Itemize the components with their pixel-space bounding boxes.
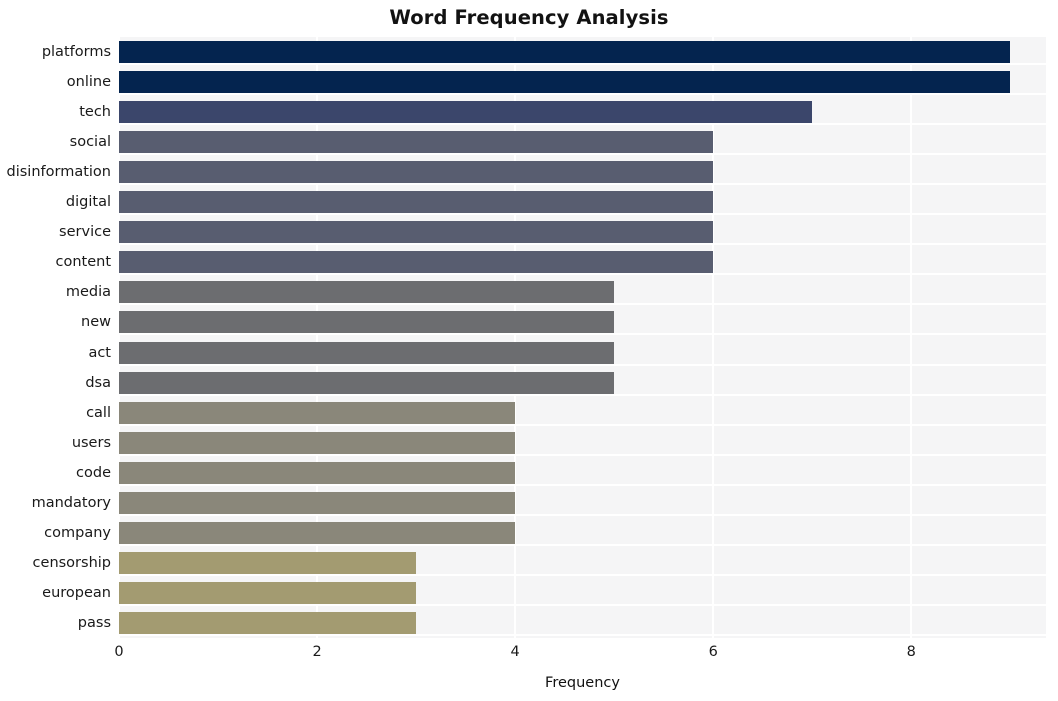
y-tick-label-mandatory: mandatory	[31, 494, 111, 511]
y-axis-tick-labels: platforms online tech social disinformation d…	[0, 37, 111, 638]
row-separator	[119, 153, 1046, 156]
y-tick-label-pass: pass	[77, 614, 111, 631]
bar-company[interactable]	[119, 521, 516, 544]
y-tick-label-dsa: dsa	[85, 374, 111, 391]
bar-row[interactable]	[119, 221, 1046, 244]
y-tick-label-new: new	[81, 314, 111, 331]
bar-media[interactable]	[119, 281, 615, 304]
x-tick-label-6: 6	[708, 644, 718, 660]
bar-social[interactable]	[119, 131, 714, 154]
y-tick-label-disinformation: disinformation	[6, 164, 111, 181]
bar-users[interactable]	[119, 431, 516, 454]
y-tick-label-users: users	[71, 434, 111, 451]
row-separator	[119, 93, 1046, 96]
row-separator	[119, 363, 1046, 366]
bar-row[interactable]	[119, 71, 1046, 94]
bar-service[interactable]	[119, 221, 714, 244]
bar-act[interactable]	[119, 341, 615, 364]
y-tick-label-tech: tech	[79, 104, 111, 121]
row-separator	[119, 183, 1046, 186]
row-separator	[119, 603, 1046, 606]
bar-row[interactable]	[119, 371, 1046, 394]
y-tick-label-content: content	[55, 254, 111, 271]
y-tick-label-social: social	[69, 134, 111, 151]
bar-row[interactable]	[119, 551, 1046, 574]
bar-row[interactable]	[119, 341, 1046, 364]
row-separator	[119, 573, 1046, 576]
bar-row[interactable]	[119, 161, 1046, 184]
y-tick-label-digital: digital	[65, 194, 111, 211]
bar-pass[interactable]	[119, 611, 417, 634]
chart-title: Word Frequency Analysis	[389, 6, 669, 29]
row-separator	[119, 303, 1046, 306]
x-tick-label-8: 8	[906, 644, 916, 660]
plot-area	[119, 37, 1046, 638]
row-separator	[119, 543, 1046, 546]
y-tick-label-censorship: censorship	[32, 554, 111, 571]
bar-tech[interactable]	[119, 101, 813, 124]
y-tick-label-platforms: platforms	[41, 44, 111, 61]
row-separator	[119, 273, 1046, 276]
row-separator	[119, 393, 1046, 396]
y-tick-label-act: act	[88, 344, 111, 361]
row-separator	[119, 423, 1046, 426]
bar-row[interactable]	[119, 461, 1046, 484]
bar-digital[interactable]	[119, 191, 714, 214]
bar-european[interactable]	[119, 581, 417, 604]
bar-platforms[interactable]	[119, 41, 1011, 64]
bar-content[interactable]	[119, 251, 714, 274]
bar-row[interactable]	[119, 401, 1046, 424]
bar-disinformation[interactable]	[119, 161, 714, 184]
bar-row[interactable]	[119, 431, 1046, 454]
row-separator	[119, 513, 1046, 516]
x-tick-label-0: 0	[114, 644, 124, 660]
y-tick-label-code: code	[76, 464, 111, 481]
word-frequency-bar-chart: Word Frequency Analysis platforms online t…	[0, 0, 1058, 701]
bar-row[interactable]	[119, 101, 1046, 124]
bar-row[interactable]	[119, 281, 1046, 304]
bar-code[interactable]	[119, 461, 516, 484]
bar-row[interactable]	[119, 491, 1046, 514]
bar-row[interactable]	[119, 311, 1046, 334]
row-separator	[119, 453, 1046, 456]
bar-row[interactable]	[119, 191, 1046, 214]
bar-row[interactable]	[119, 581, 1046, 604]
y-tick-label-media: media	[65, 284, 111, 301]
bar-dsa[interactable]	[119, 371, 615, 394]
y-tick-label-call: call	[86, 404, 111, 421]
x-axis-tick-labels: 0 2 4 6 8	[0, 645, 1058, 667]
y-tick-label-company: company	[44, 524, 111, 541]
y-tick-label-service: service	[59, 224, 111, 241]
bar-row[interactable]	[119, 41, 1046, 64]
bar-row[interactable]	[119, 251, 1046, 274]
row-separator	[119, 123, 1046, 126]
row-separator	[119, 213, 1046, 216]
x-tick-label-4: 4	[510, 644, 520, 660]
bar-call[interactable]	[119, 401, 516, 424]
bar-censorship[interactable]	[119, 551, 417, 574]
row-separator	[119, 333, 1046, 336]
bar-mandatory[interactable]	[119, 491, 516, 514]
bar-new[interactable]	[119, 311, 615, 334]
row-separator	[119, 483, 1046, 486]
row-separator	[119, 63, 1046, 66]
row-separator	[119, 633, 1046, 636]
bar-online[interactable]	[119, 71, 1011, 94]
x-axis-title: Frequency	[545, 675, 620, 691]
x-tick-label-2: 2	[312, 644, 322, 660]
bar-row[interactable]	[119, 521, 1046, 544]
row-separator	[119, 243, 1046, 246]
bars-layer	[119, 37, 1046, 638]
bar-row[interactable]	[119, 611, 1046, 634]
y-tick-label-online: online	[66, 74, 111, 91]
bar-row[interactable]	[119, 131, 1046, 154]
y-tick-label-european: european	[42, 584, 111, 601]
